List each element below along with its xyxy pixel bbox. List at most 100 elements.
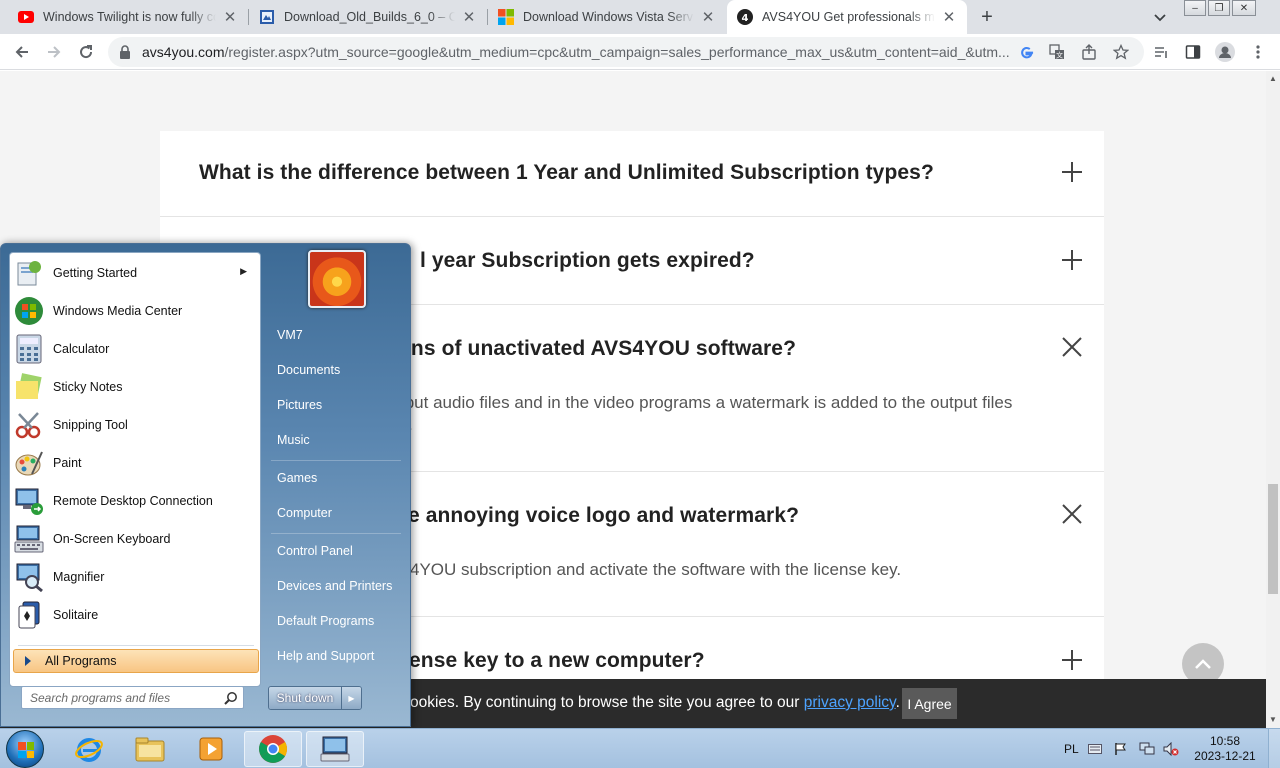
start-link-control-panel[interactable]: Control Panel [267, 536, 407, 566]
action-center-flag-icon[interactable] [1114, 729, 1128, 768]
plus-icon[interactable] [1060, 248, 1084, 272]
faq-item[interactable]: What is the difference between 1 Year an… [160, 131, 1104, 217]
side-panel-button[interactable] [1183, 42, 1203, 62]
tab-avs4you[interactable]: 4 AVS4YOU Get professionals multimedia ✕ [727, 0, 967, 34]
windows-logo-icon [498, 9, 514, 25]
program-getting-started[interactable]: Getting Started ▶ [13, 255, 257, 291]
cookie-text: ookies. By continuing to browse the site… [410, 694, 900, 711]
forward-button[interactable] [44, 42, 64, 62]
start-link-pictures[interactable]: Pictures [267, 390, 407, 420]
page-scrollbar[interactable]: ▲ ▼ [1266, 71, 1280, 728]
search-icon[interactable] [224, 691, 238, 705]
faq-question[interactable]: l year Subscription gets expired? [420, 249, 755, 273]
star-icon[interactable] [1113, 44, 1129, 60]
tab-oracle[interactable]: Download_Old_Builds_6_0 – Oracle ✕ [249, 0, 487, 34]
close-window-button[interactable]: ✕ [1232, 0, 1256, 16]
shutdown-options-button[interactable]: ▶ [341, 687, 361, 709]
program-windows-media-center[interactable]: Windows Media Center [13, 293, 257, 329]
google-icon[interactable] [1018, 44, 1034, 60]
document-icon [259, 9, 275, 25]
shutdown-button[interactable]: Shut down [269, 687, 341, 709]
reload-button[interactable] [76, 42, 96, 62]
faq-question[interactable]: ense key to a new computer? [409, 649, 705, 673]
reading-list-button[interactable] [1151, 42, 1171, 62]
privacy-policy-link[interactable]: privacy policy [804, 694, 896, 711]
tab-youtube[interactable]: Windows Twilight is now fully compatible… [8, 0, 248, 34]
tab-strip: Windows Twilight is now fully compatible… [0, 0, 1280, 34]
all-programs-label: All Programs [45, 654, 117, 668]
program-snipping-tool[interactable]: Snipping Tool [13, 407, 257, 443]
program-label: Magnifier [53, 570, 105, 584]
media-player-icon [199, 737, 223, 761]
network-icon[interactable] [1139, 729, 1155, 768]
tab-close-icon[interactable]: ✕ [700, 9, 716, 26]
start-link-default-programs[interactable]: Default Programs [267, 606, 407, 636]
language-indicator[interactable]: PL [1064, 729, 1079, 768]
program-magnifier[interactable]: Magnifier [13, 559, 257, 595]
lock-icon[interactable] [119, 45, 131, 64]
start-link-help-support[interactable]: Help and Support [267, 641, 407, 671]
close-icon[interactable] [1060, 502, 1084, 526]
tab-close-icon[interactable]: ✕ [461, 9, 477, 26]
chrome-icon [259, 735, 287, 763]
user-picture[interactable] [308, 250, 366, 308]
program-sticky-notes[interactable]: Sticky Notes [13, 369, 257, 405]
start-menu: Getting Started ▶ Windows Media Center C… [0, 243, 411, 727]
start-link-games[interactable]: Games [267, 463, 407, 493]
file-explorer-icon [135, 737, 165, 762]
new-tab-button[interactable]: + [976, 6, 998, 28]
translate-icon[interactable]: 文 [1049, 44, 1065, 60]
tab-close-icon[interactable]: ✕ [941, 9, 957, 26]
faq-question[interactable]: ons of unactivated AVS4YOU software? [398, 337, 796, 361]
program-paint[interactable]: Paint [13, 445, 257, 481]
tab-close-icon[interactable]: ✕ [222, 9, 238, 26]
all-programs-button[interactable]: All Programs [13, 649, 259, 673]
start-search-input[interactable]: Search programs and files [21, 686, 244, 709]
back-button[interactable] [12, 42, 32, 62]
start-menu-programs: Getting Started ▶ Windows Media Center C… [9, 252, 261, 687]
taskbar-chrome[interactable] [244, 731, 302, 767]
agree-button[interactable]: I Agree [902, 688, 957, 719]
start-link-music[interactable]: Music [267, 425, 407, 455]
profile-button[interactable] [1215, 42, 1235, 62]
taskbar-remote-desktop[interactable] [306, 731, 364, 767]
taskbar-file-explorer[interactable] [121, 731, 179, 767]
tab-vista-sp[interactable]: Download Windows Vista Service Pack ✕ [488, 0, 726, 34]
start-button[interactable] [6, 730, 44, 768]
taskbar: PL 10:58 2023-12-21 [0, 728, 1280, 768]
taskbar-internet-explorer[interactable] [60, 731, 118, 767]
keyboard-tray-icon[interactable] [1088, 729, 1102, 768]
start-link-devices-printers[interactable]: Devices and Printers [267, 571, 407, 601]
scroll-down-icon[interactable]: ▼ [1269, 715, 1277, 724]
plus-icon[interactable] [1060, 160, 1084, 184]
menu-button[interactable] [1248, 42, 1268, 62]
scrollbar-thumb[interactable] [1268, 484, 1278, 594]
plus-icon[interactable] [1060, 648, 1084, 672]
clock-date: 2023-12-21 [1194, 749, 1256, 763]
list-icon [1155, 47, 1167, 58]
chevron-down-icon[interactable] [1152, 9, 1168, 25]
paint-palette-icon [13, 447, 45, 479]
show-desktop-button[interactable] [1268, 729, 1280, 768]
faq-question[interactable]: e annoying voice logo and watermark? [408, 504, 799, 528]
start-link-computer[interactable]: Computer [267, 498, 407, 528]
minimize-button[interactable]: – [1184, 0, 1206, 16]
program-calculator[interactable]: Calculator [13, 331, 257, 367]
scroll-up-icon[interactable]: ▲ [1269, 74, 1277, 83]
start-link-user[interactable]: VM7 [267, 320, 407, 350]
faq-question[interactable]: What is the difference between 1 Year an… [199, 161, 934, 185]
restore-button[interactable]: ❐ [1208, 0, 1230, 16]
start-link-documents[interactable]: Documents [267, 355, 407, 385]
program-label: Paint [53, 456, 82, 470]
program-on-screen-keyboard[interactable]: On-Screen Keyboard [13, 521, 257, 557]
close-icon[interactable] [1060, 335, 1084, 359]
program-remote-desktop[interactable]: Remote Desktop Connection [13, 483, 257, 519]
share-icon[interactable] [1081, 44, 1097, 60]
taskbar-media-player[interactable] [182, 731, 240, 767]
media-center-icon [13, 295, 45, 327]
volume-muted-icon[interactable] [1163, 729, 1179, 768]
program-label: Sticky Notes [53, 380, 123, 394]
system-clock[interactable]: 10:58 2023-12-21 [1190, 734, 1260, 764]
program-solitaire[interactable]: Solitaire [13, 597, 257, 633]
address-bar[interactable]: avs4you.com/register.aspx?utm_source=goo… [108, 37, 1144, 67]
